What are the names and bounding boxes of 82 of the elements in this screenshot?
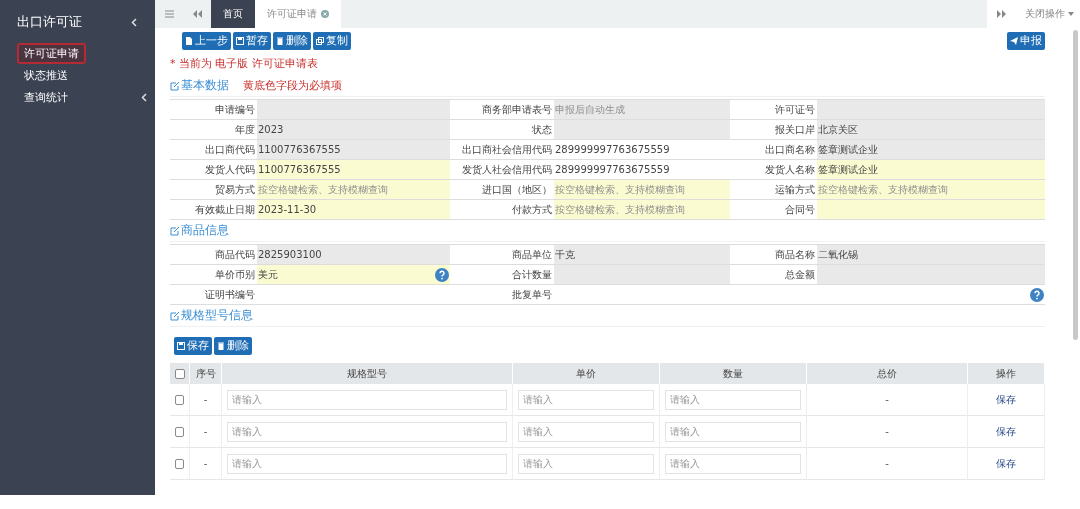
help-icon[interactable] — [1030, 287, 1044, 302]
input-field[interactable]: 北京关区 — [817, 120, 1045, 140]
table-cell: - — [807, 384, 968, 416]
document-icon — [185, 37, 193, 45]
input-field[interactable]: 请输入 — [518, 389, 654, 410]
toolbar-button[interactable]: 删除 — [273, 32, 311, 50]
input-field[interactable]: 请输入 — [665, 389, 801, 410]
chevron-icon[interactable] — [131, 17, 137, 27]
toolbar-button[interactable]: 暂存 — [233, 32, 271, 50]
input-field[interactable]: 请输入 — [227, 453, 507, 474]
input-field[interactable] — [817, 265, 1045, 285]
sidebar-item[interactable]: 状态推送 — [17, 64, 75, 86]
tab[interactable]: 首页 — [211, 0, 255, 28]
toolbar-button[interactable]: 复制 — [313, 32, 351, 50]
close-icon[interactable] — [321, 10, 329, 18]
edit-icon — [170, 310, 180, 321]
input-field[interactable]: 2023-11-30 — [257, 200, 450, 220]
input-field[interactable]: 2023 — [257, 120, 450, 140]
submit-button[interactable]: 申报 — [1007, 32, 1045, 50]
table-cell: - — [190, 448, 222, 480]
input-field[interactable]: 签章测试企业 — [817, 140, 1045, 160]
notice-text: * 当前为 电子版 许可证申请表 — [170, 56, 319, 71]
toolbar-button[interactable]: 上一步 — [182, 32, 231, 50]
column-header: 规格型号 — [222, 363, 513, 384]
input-field[interactable]: 请输入 — [227, 421, 507, 442]
input-field[interactable]: 请输入 — [227, 389, 507, 410]
section-title: 基本数据 — [170, 78, 229, 93]
input-field[interactable] — [554, 265, 730, 285]
column-header: 数量 — [660, 363, 807, 384]
required-note: 黄底色字段为必填项 — [243, 78, 342, 93]
chevron-icon[interactable] — [141, 92, 147, 102]
copy-icon — [316, 37, 324, 45]
save-link[interactable]: 保存 — [996, 424, 1016, 439]
scrollbar[interactable] — [1073, 30, 1078, 340]
section-title: 商品信息 — [170, 223, 229, 238]
input-field[interactable]: 1100776367555 — [257, 160, 450, 180]
table-cell: - — [807, 448, 968, 480]
section-title: 规格型号信息 — [170, 308, 253, 323]
table-button[interactable]: 保存 — [174, 337, 212, 355]
input-field[interactable]: 请输入 — [518, 421, 654, 442]
input-field[interactable] — [817, 100, 1045, 120]
sidebar-title: 出口许可证 — [17, 13, 82, 31]
input-field[interactable]: 千克 — [554, 245, 730, 265]
checkbox[interactable] — [174, 368, 185, 379]
trash-icon — [276, 37, 284, 45]
table-cell: - — [190, 384, 222, 416]
input-field[interactable] — [257, 100, 450, 120]
table-cell: - — [190, 416, 222, 448]
checkbox[interactable] — [175, 394, 184, 405]
help-icon[interactable] — [435, 267, 449, 282]
column-header: 单价 — [513, 363, 660, 384]
checkbox[interactable] — [175, 458, 184, 469]
sidebar-item[interactable]: 查询统计 — [17, 86, 75, 108]
send-icon — [1010, 37, 1018, 45]
checkbox[interactable] — [175, 426, 184, 437]
save-link[interactable]: 保存 — [996, 456, 1016, 471]
input-field[interactable] — [817, 200, 1045, 220]
column-header: 序号 — [190, 363, 222, 384]
sidebar-item[interactable]: 许可证申请 — [17, 42, 86, 64]
save-icon — [236, 37, 244, 45]
tab[interactable]: 许可证申请 — [255, 0, 341, 28]
input-field[interactable] — [554, 285, 1045, 305]
input-field[interactable]: 1100776367555 — [257, 140, 450, 160]
input-field[interactable]: 请输入 — [665, 421, 801, 442]
column-header: 总价 — [807, 363, 968, 384]
input-field[interactable]: 签章测试企业 — [817, 160, 1045, 180]
input-field[interactable]: 二氧化锡 — [817, 245, 1045, 265]
input-field[interactable] — [554, 120, 730, 140]
table-cell: - — [807, 416, 968, 448]
edit-icon — [170, 80, 180, 91]
table-button[interactable]: 删除 — [214, 337, 252, 355]
save-icon — [177, 342, 185, 350]
trash-icon — [217, 342, 225, 350]
close-menu[interactable]: 关闭操作 — [1015, 0, 1080, 28]
column-header: 操作 — [968, 363, 1045, 384]
save-link[interactable]: 保存 — [996, 392, 1016, 407]
input-field[interactable]: 请输入 — [518, 453, 654, 474]
input-field[interactable]: 美元 — [257, 265, 450, 285]
input-field[interactable]: 2825903100 — [257, 245, 450, 265]
edit-icon — [170, 225, 180, 236]
caret-icon — [1068, 12, 1074, 16]
input-field[interactable]: 请输入 — [665, 453, 801, 474]
